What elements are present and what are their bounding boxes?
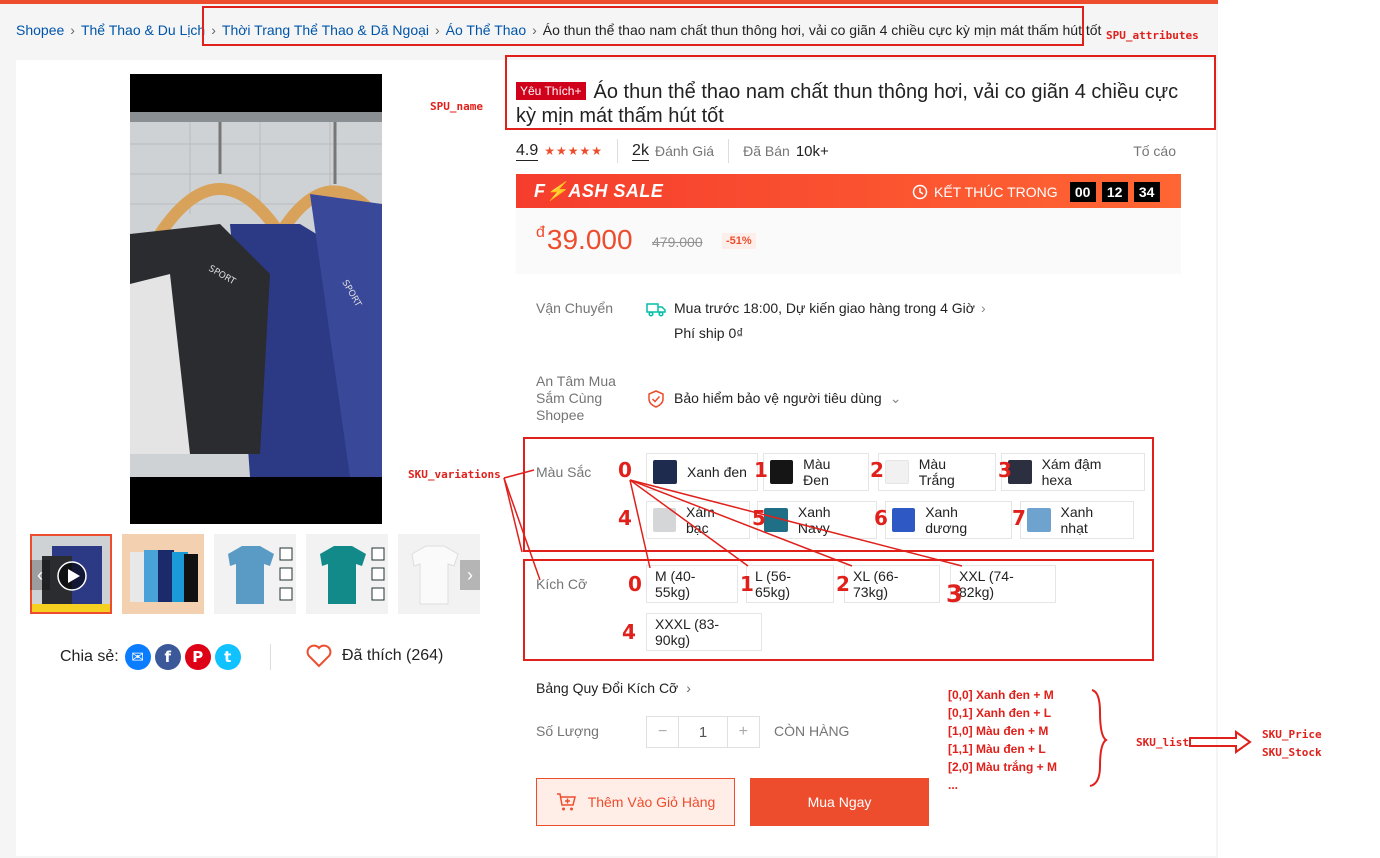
thumbnail-3[interactable] xyxy=(306,534,388,614)
insurance-dropdown[interactable]: Bảo hiểm bảo vệ người tiêu dùng ⌄ xyxy=(674,390,901,407)
annotation-color-index-7: 7 xyxy=(1012,506,1026,530)
annotation-box-spu-name xyxy=(505,55,1216,130)
chevron-right-icon: › xyxy=(686,680,691,696)
annotation-spu-name: SPU_name xyxy=(430,100,483,113)
annotation-size-index-2: 2 xyxy=(836,572,850,596)
sku-example: ... xyxy=(948,778,959,792)
product-main-image[interactable]: SPORT SPORT xyxy=(130,74,382,524)
sold-label: Đã Bán xyxy=(743,143,790,159)
thumbnail-strip: ‹ › xyxy=(30,534,482,616)
quantity-increase-button[interactable]: + xyxy=(728,717,759,747)
annotation-box-spu-attributes xyxy=(202,6,1084,46)
annotation-size-index-1: 1 xyxy=(740,572,754,596)
quantity-stepper: − 1 + xyxy=(646,716,760,748)
annotation-sku-list: SKU_list xyxy=(1136,736,1189,749)
ends-in-label: KẾT THÚC TRONG xyxy=(934,184,1058,200)
annotation-color-index-4: 4 xyxy=(618,506,632,530)
countdown-seconds: 34 xyxy=(1133,182,1160,202)
shipping-label: Vận Chuyển xyxy=(536,300,614,316)
flash-sale-bar: F⚡ASH SALE KẾT THÚC TRONG 00 12 34 xyxy=(516,174,1181,208)
size-guide-link[interactable]: Bảng Quy Đổi Kích Cỡ › xyxy=(536,680,691,696)
buy-now-button[interactable]: Mua Ngay xyxy=(750,778,929,826)
annotation-box-color-variations xyxy=(523,437,1154,552)
current-price-value: 39.000 xyxy=(546,224,633,255)
sku-example: [1,0] Màu đen + M xyxy=(948,724,1049,738)
thumbnail-next-button[interactable]: › xyxy=(460,560,480,590)
chevron-right-icon: › xyxy=(70,22,75,38)
current-price: đ39.000 xyxy=(536,224,633,256)
share-row: Chia sẻ: ✉ f P t xyxy=(60,644,241,670)
price-box: đ39.000 479.000 -51% xyxy=(516,208,1181,274)
countdown-hours: 00 xyxy=(1069,182,1096,202)
shipping-estimate-text: Mua trước 18:00, Dự kiến giao hàng trong… xyxy=(674,300,975,316)
shipping-fee: Phí ship 0₫ xyxy=(674,325,744,341)
annotation-color-index-0: 0 xyxy=(618,458,632,482)
annotation-spu-attributes: SPU_attributes xyxy=(1106,29,1199,42)
size-guide-text: Bảng Quy Đổi Kích Cỡ xyxy=(536,680,679,696)
countdown-minutes: 12 xyxy=(1101,182,1128,202)
annotation-color-index-3: 3 xyxy=(998,458,1012,482)
reviews-label: Đánh Giá xyxy=(654,143,715,159)
heart-icon xyxy=(306,644,332,668)
breadcrumb-item-sports-travel[interactable]: Thể Thao & Du Lịch xyxy=(81,22,205,38)
rating-value[interactable]: 4.9 xyxy=(516,142,539,161)
annotation-sku-price: SKU_Price xyxy=(1262,728,1322,741)
original-price: 479.000 xyxy=(652,234,703,250)
shield-icon xyxy=(648,390,664,408)
quantity-input[interactable]: 1 xyxy=(678,717,728,747)
truck-icon xyxy=(646,303,666,317)
annotation-color-index-1: 1 xyxy=(754,458,768,482)
annotation-size-index-3: 3 xyxy=(946,580,963,608)
annotation-size-index-4: 4 xyxy=(622,620,636,644)
twitter-icon[interactable]: t xyxy=(214,644,241,670)
quantity-decrease-button[interactable]: − xyxy=(647,717,678,747)
annotation-color-index-6: 6 xyxy=(874,506,888,530)
pinterest-icon[interactable]: P xyxy=(184,644,211,670)
annotation-size-index-0: 0 xyxy=(628,572,642,596)
thumbnail-prev-button[interactable]: ‹ xyxy=(30,560,50,590)
sku-example: [1,1] Màu đen + L xyxy=(948,742,1046,756)
divider xyxy=(728,139,730,163)
add-to-cart-button[interactable]: Thêm Vào Giỏ Hàng xyxy=(536,778,735,826)
sold-count: 10k+ xyxy=(795,142,829,160)
breadcrumb-item-shopee[interactable]: Shopee xyxy=(16,22,64,38)
thumbnail-2[interactable] xyxy=(214,534,296,614)
shipping-estimate[interactable]: Mua trước 18:00, Dự kiến giao hàng trong… xyxy=(674,300,986,316)
flash-sale-countdown: KẾT THÚC TRONG 00 12 34 xyxy=(912,182,1160,202)
messenger-icon[interactable]: ✉ xyxy=(124,644,151,670)
flash-sale-title: F⚡ASH SALE xyxy=(534,181,664,201)
clock-icon xyxy=(912,184,928,200)
guarantee-label: An Tâm Mua Sắm Cùng Shopee xyxy=(536,373,616,423)
share-label: Chia sẻ: xyxy=(60,648,119,665)
chevron-right-icon: › xyxy=(980,300,986,316)
liked-count: Đã thích (264) xyxy=(342,647,444,664)
rating-stars: ★★★★★ xyxy=(544,144,604,158)
annotation-color-index-2: 2 xyxy=(870,458,884,482)
rating-row: 4.9 ★★★★★ 2k Đánh Giá Đã Bán 10k+ Tố cáo xyxy=(516,138,1176,164)
annotation-sku-stock: SKU_Stock xyxy=(1262,746,1322,759)
sku-example: [0,0] Xanh đen + M xyxy=(948,688,1054,702)
insurance-text: Bảo hiểm bảo vệ người tiêu dùng xyxy=(674,390,882,406)
reviews-count[interactable]: 2k xyxy=(632,142,649,161)
facebook-icon[interactable]: f xyxy=(154,644,181,670)
like-button[interactable]: Đã thích (264) xyxy=(306,644,443,668)
annotation-color-index-5: 5 xyxy=(752,506,766,530)
sku-example: [0,1] Xanh đen + L xyxy=(948,706,1052,720)
currency-symbol: đ xyxy=(536,224,545,241)
annotation-sku-examples: [0,0] Xanh đen + M [0,1] Xanh đen + L [1… xyxy=(948,686,1057,794)
add-to-cart-label: Thêm Vào Giỏ Hàng xyxy=(587,794,716,810)
report-link[interactable]: Tố cáo xyxy=(1133,143,1176,159)
quantity-label: Số Lượng xyxy=(536,723,599,739)
discount-badge: -51% xyxy=(722,233,756,249)
cart-add-icon xyxy=(556,793,576,811)
chevron-down-icon: ⌄ xyxy=(889,390,902,406)
stock-status: CÒN HÀNG xyxy=(774,723,850,739)
share-divider xyxy=(270,644,271,670)
sku-example: [2,0] Màu trắng + M xyxy=(948,760,1058,774)
thumbnail-1[interactable] xyxy=(122,534,204,614)
divider xyxy=(617,139,619,163)
annotation-sku-variations: SKU_variations xyxy=(408,468,501,481)
